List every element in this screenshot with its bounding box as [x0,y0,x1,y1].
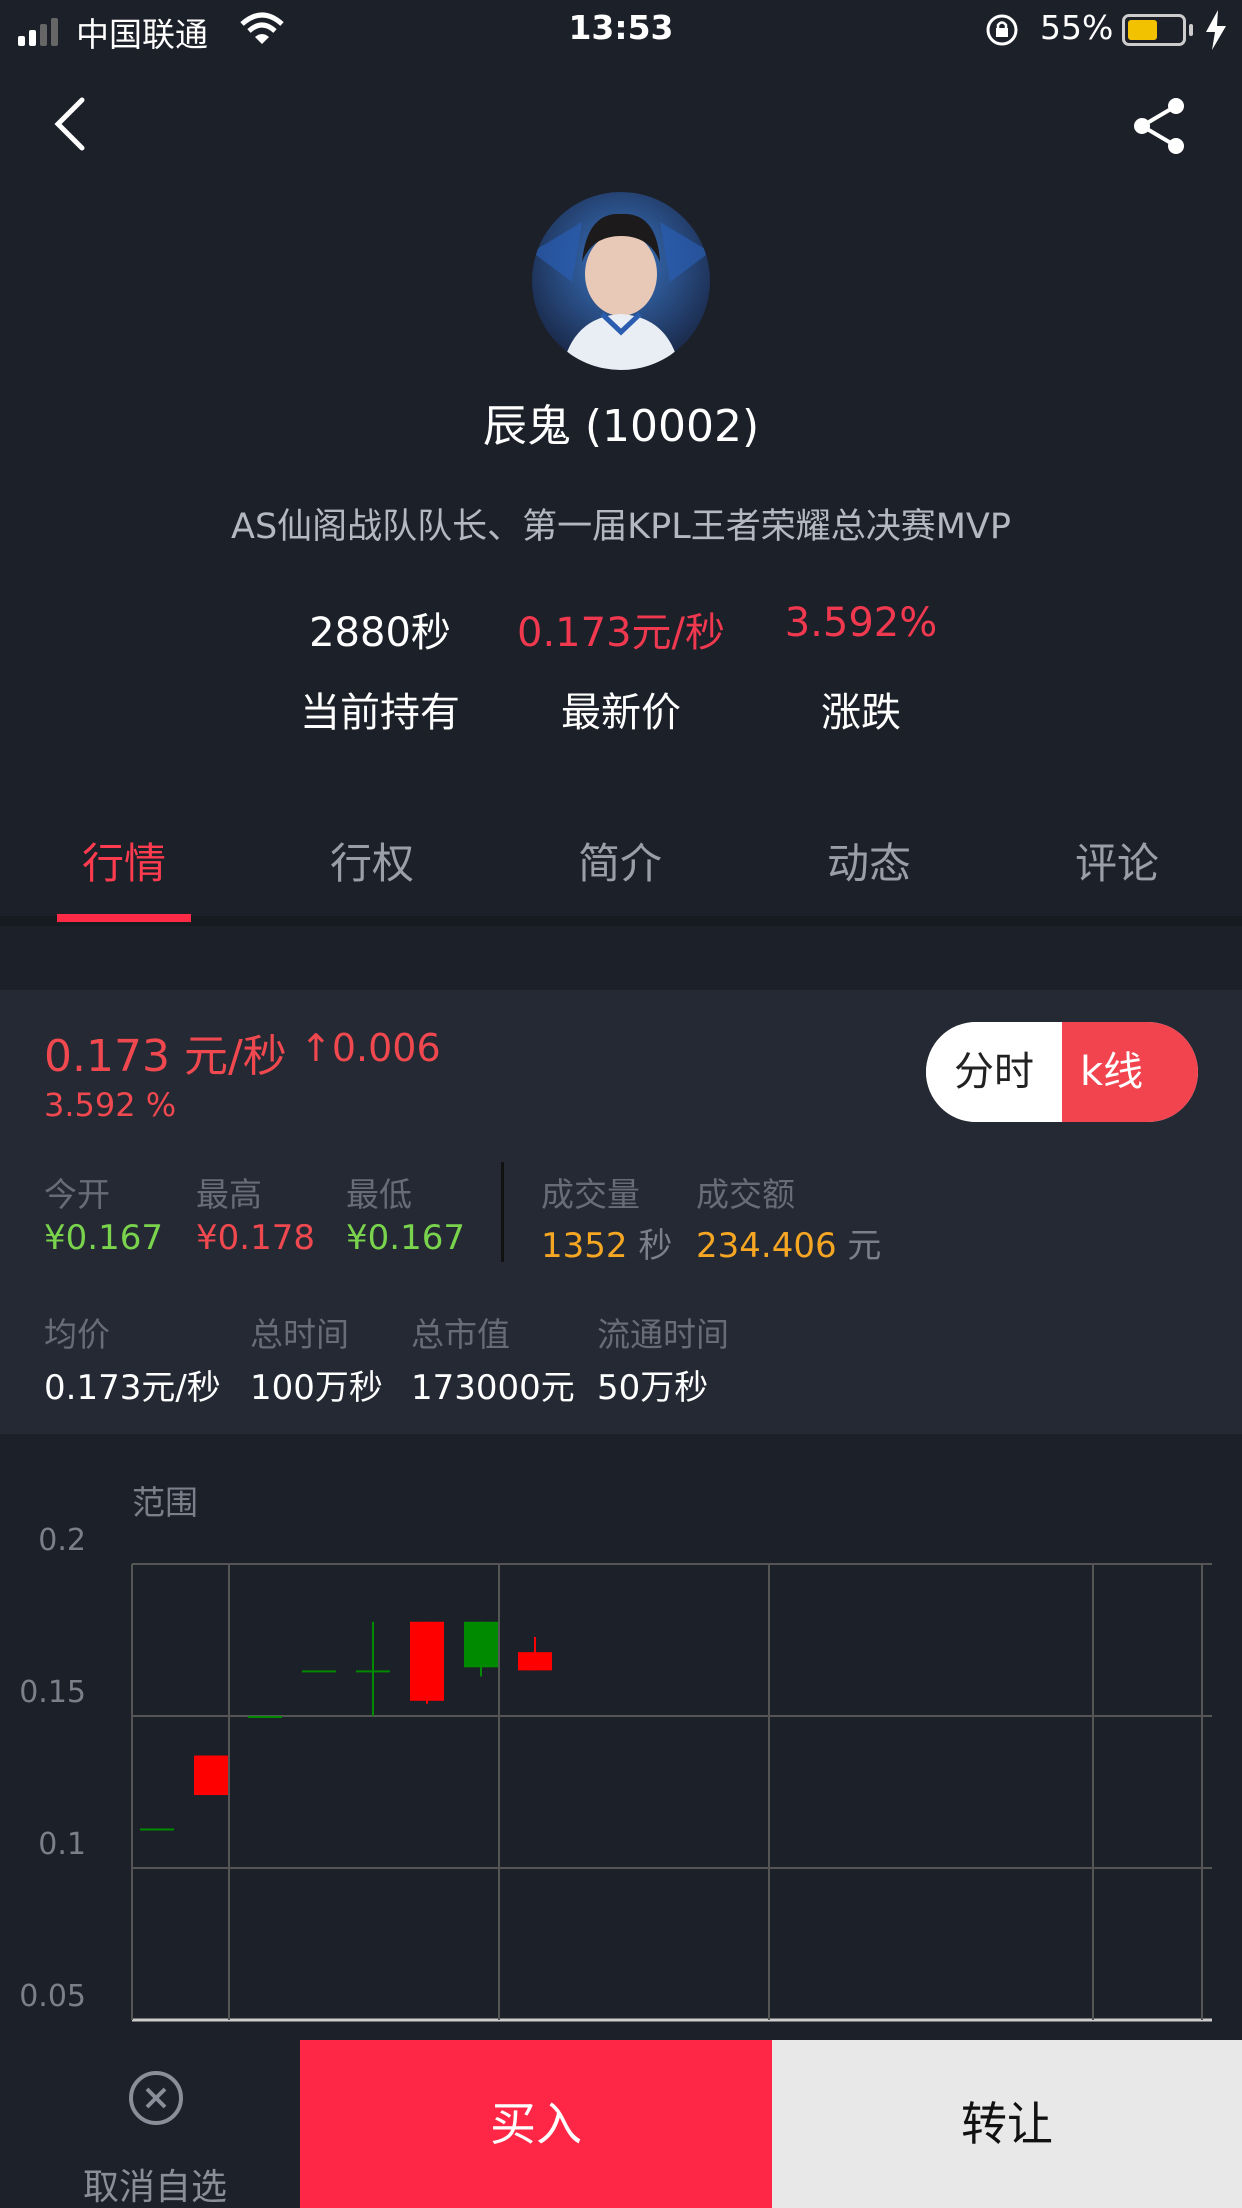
change-value: 3.592% [784,600,938,646]
candle-body [194,1755,228,1796]
cancel-favorite-button[interactable]: 取消自选 [0,2040,300,2208]
tab-news[interactable]: 动态 [779,830,959,891]
open-label: 今开 [44,1175,110,1214]
total-time-label: 总时间 [250,1315,349,1354]
transfer-button[interactable]: 转让 [772,2040,1242,2208]
candle-body [464,1621,498,1668]
stock-detail-page: 中国联通 13:53 55% 辰鬼 (10002) AS仙阁战队队长、第一届KP… [0,0,1242,2208]
market-cap-label: 总市值 [411,1315,510,1354]
share-icon[interactable] [1130,96,1190,156]
candle-body [302,1670,336,1673]
amount: 234.406 元 [696,1218,881,1267]
low-value: ¥0.167 [346,1218,465,1258]
battery-cap [1189,24,1193,36]
price-change-percent: 3.592 % [44,1086,177,1124]
candle-body [356,1670,390,1673]
y-tick-label: 0.15 [19,1675,86,1710]
player-description: AS仙阁战队队长、第一届KPL王者荣耀总决赛MVP [231,507,1011,547]
bottom-action-bar: 取消自选 买入 转让 [0,2040,1242,2208]
toggle-timeshare[interactable]: 分时 [926,1022,1062,1122]
y-tick-label: 0.1 [38,1827,86,1862]
candle-body [140,1828,174,1831]
tab-comments[interactable]: 评论 [1027,830,1207,891]
status-bar: 中国联通 13:53 55% [0,0,1242,62]
tab-exercise[interactable]: 行权 [282,830,462,891]
battery-percent: 55% [1040,8,1114,47]
low-label: 最低 [346,1175,412,1214]
chart-mode-toggle[interactable]: 分时 k线 [926,1022,1198,1122]
toggle-kline[interactable]: k线 [1062,1022,1198,1122]
price-change-value: 0.006 [331,1026,441,1070]
circulation-label: 流通时间 [597,1315,729,1354]
kline-chart[interactable]: 0.2 0.15 0.1 0.05 [0,1520,1242,2040]
candle-body [518,1652,552,1671]
battery-level [1128,20,1157,40]
tab-active-indicator [57,914,191,922]
circulation-value: 50万秒 [597,1368,709,1408]
high-label: 最高 [196,1175,262,1214]
rotation-lock-icon [986,14,1018,46]
price-change: ↑0.006 [300,1026,441,1070]
arrow-up-icon: ↑ [300,1026,332,1070]
amount-label: 成交额 [696,1175,795,1214]
candle-body [410,1621,444,1701]
charging-icon [1206,10,1226,50]
market-cap-value: 173000元 [411,1368,575,1408]
tab-intro[interactable]: 简介 [530,830,710,891]
back-icon[interactable] [42,92,102,152]
cancel-favorite-label: 取消自选 [82,2167,227,2208]
high-value: ¥0.178 [196,1218,315,1258]
tab-market[interactable]: 行情 [34,830,214,891]
avatar [532,192,710,370]
y-tick-label: 0.2 [38,1523,86,1558]
amount-unit: 元 [847,1226,882,1266]
candle-body [248,1716,282,1718]
player-name: 辰鬼 (10002) [482,401,760,452]
tab-bar: 行情 行权 简介 动态 评论 [0,800,1242,920]
avg-value: 0.173元/秒 [44,1368,221,1408]
chart-title: 范围 [132,1483,198,1522]
avg-label: 均价 [44,1315,110,1354]
change-label: 涨跌 [821,690,901,736]
volume-value: 1352 [541,1226,628,1266]
quote-divider [501,1162,504,1262]
volume-label: 成交量 [541,1175,640,1214]
buy-button[interactable]: 买入 [300,2040,772,2208]
current-price: 0.173 元/秒 [44,1031,287,1082]
battery-icon [1122,14,1186,46]
close-circle-icon [129,2071,183,2125]
y-tick-label: 0.05 [19,1979,86,2014]
volume-unit: 秒 [638,1226,673,1266]
volume: 1352 秒 [541,1218,672,1267]
total-time-value: 100万秒 [250,1368,383,1408]
open-value: ¥0.167 [44,1218,163,1258]
amount-value: 234.406 [696,1226,837,1266]
